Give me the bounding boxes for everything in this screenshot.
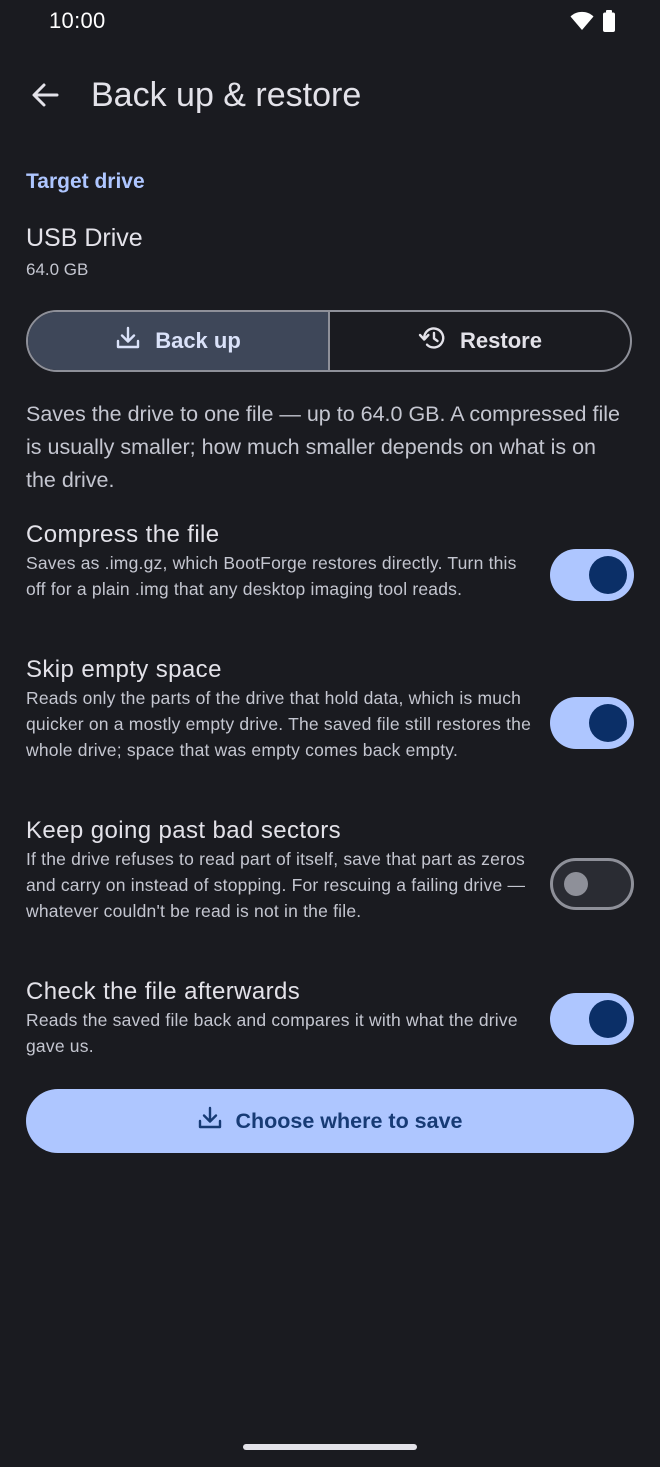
switch-thumb xyxy=(589,704,627,742)
page-title: Back up & restore xyxy=(91,76,362,114)
back-button[interactable] xyxy=(22,74,68,120)
status-bar: 10:00 xyxy=(0,0,660,48)
setting-title: Compress the file xyxy=(26,521,220,548)
top-app-bar: Back up & restore xyxy=(0,62,660,132)
setting-bad-sectors: Keep going past bad sectors If the drive… xyxy=(26,816,634,924)
setting-compress: Compress the file Saves as .img.gz, whic… xyxy=(26,520,634,603)
verify-switch[interactable] xyxy=(550,993,634,1045)
home-indicator[interactable] xyxy=(243,1444,417,1450)
choose-save-location-button[interactable]: Choose where to save xyxy=(26,1089,634,1153)
arrow-back-icon xyxy=(30,80,60,115)
backup-description: Saves the drive to one file — up to 64.0… xyxy=(26,402,620,492)
compress-switch[interactable] xyxy=(550,549,634,601)
download-icon xyxy=(115,325,141,357)
switch-thumb xyxy=(564,872,588,896)
setting-title: Keep going past bad sectors xyxy=(26,817,342,844)
drive-name: USB Drive xyxy=(26,224,143,252)
restore-segment[interactable]: Restore xyxy=(330,312,630,370)
status-icons xyxy=(570,10,616,37)
setting-verify: Check the file afterwards Reads the save… xyxy=(26,977,634,1060)
drive-size: 64.0 GB xyxy=(26,260,89,279)
setting-description: If the drive refuses to read part of its… xyxy=(26,849,526,921)
history-icon xyxy=(418,325,446,357)
setting-description: Reads the saved file back and compares i… xyxy=(26,1010,518,1056)
switch-thumb xyxy=(589,556,627,594)
status-time: 10:00 xyxy=(49,8,106,33)
battery-icon xyxy=(602,10,616,37)
skip-empty-switch[interactable] xyxy=(550,697,634,749)
switch-thumb xyxy=(589,1000,627,1038)
backup-segment[interactable]: Back up xyxy=(28,312,328,370)
bad-sectors-switch[interactable] xyxy=(550,858,634,910)
setting-description: Saves as .img.gz, which BootForge restor… xyxy=(26,553,517,599)
backup-segment-label: Back up xyxy=(155,328,241,353)
setting-title: Check the file afterwards xyxy=(26,978,301,1005)
restore-segment-label: Restore xyxy=(460,328,542,353)
setting-title: Skip empty space xyxy=(26,656,222,683)
setting-skip-empty: Skip empty space Reads only the parts of… xyxy=(26,655,634,763)
mode-segmented-button: Back up Restore xyxy=(26,310,632,372)
section-header-target-drive: Target drive xyxy=(26,170,145,193)
wifi-icon xyxy=(570,11,594,36)
setting-description: Reads only the parts of the drive that h… xyxy=(26,688,532,760)
download-icon xyxy=(197,1105,223,1137)
choose-save-location-label: Choose where to save xyxy=(235,1108,463,1133)
